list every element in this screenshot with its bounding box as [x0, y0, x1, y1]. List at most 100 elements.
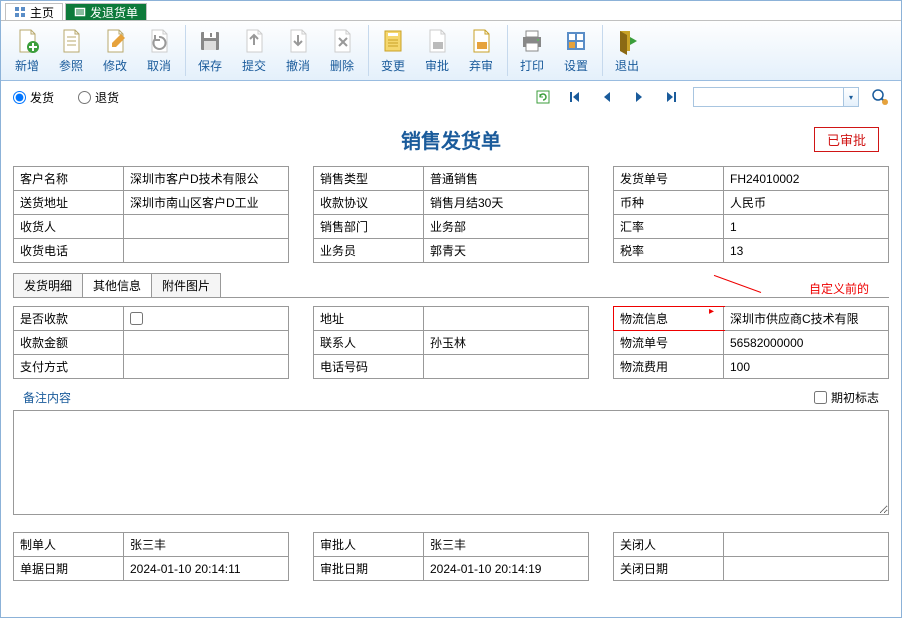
cancel-label: 取消	[147, 57, 171, 74]
recv-phone-val[interactable]	[124, 239, 289, 262]
receiver-val[interactable]	[124, 215, 289, 238]
submit-label: 提交	[242, 57, 266, 74]
new-button[interactable]: 新增	[5, 25, 49, 76]
cancel-icon	[145, 27, 173, 55]
pay-term-val[interactable]: 销售月结30天	[424, 191, 589, 214]
contact-block: 地址 联系人孙玉林 电话号码	[313, 306, 589, 379]
approver-block: 审批人张三丰 审批日期2024-01-10 20:14:19	[313, 532, 589, 581]
rate-val[interactable]: 1	[724, 215, 889, 238]
currency-label: 币种	[614, 191, 724, 214]
revoke-button[interactable]: 撤消	[276, 25, 320, 76]
settings-button[interactable]: 设置	[554, 25, 598, 76]
order-no-val[interactable]: FH24010002	[724, 167, 889, 190]
contact-val[interactable]: 孙玉林	[424, 331, 589, 354]
approve-button[interactable]: 审批	[415, 25, 459, 76]
approver-label: 审批人	[314, 533, 424, 556]
rate-label: 汇率	[614, 215, 724, 238]
pay-amt-val[interactable]	[124, 331, 289, 354]
approve-date-val: 2024-01-10 20:14:19	[424, 557, 589, 580]
edit-button[interactable]: 修改	[93, 25, 137, 76]
tax-val[interactable]: 13	[724, 239, 889, 262]
exit-label: 退出	[615, 57, 639, 74]
radio-return-input[interactable]	[78, 91, 91, 104]
radio-return-label: 退货	[95, 89, 119, 106]
nav-last-icon[interactable]	[661, 87, 681, 107]
radio-ship-input[interactable]	[13, 91, 26, 104]
order-block: 发货单号FH24010002 币种人民币 汇率1 税率13	[613, 166, 889, 263]
payment-block: 是否收款 收款金额 支付方式	[13, 306, 289, 379]
reject-icon	[467, 27, 495, 55]
customer-name-label: 客户名称	[14, 167, 124, 190]
addr-val[interactable]	[424, 307, 589, 330]
edit-icon	[101, 27, 129, 55]
search-dropdown[interactable]: ▾	[843, 87, 859, 107]
customer-block: 客户名称深圳市客户D技术有限公 送货地址深圳市南山区客户D工业 收货人 收货电话	[13, 166, 289, 263]
approved-stamp: 已审批	[814, 127, 879, 152]
dept-val[interactable]: 业务部	[424, 215, 589, 238]
pay-method-val[interactable]	[124, 355, 289, 378]
sale-block: 销售类型普通销售 收款协议销售月结30天 销售部门业务部 业务员郭青天	[313, 166, 589, 263]
approve-date-label: 审批日期	[314, 557, 424, 580]
change-label: 变更	[381, 57, 405, 74]
submit-icon	[240, 27, 268, 55]
sales-label: 业务员	[314, 239, 424, 262]
pay-term-label: 收款协议	[314, 191, 424, 214]
tab-home-label: 主页	[30, 4, 54, 21]
is-paid-val[interactable]	[124, 307, 289, 330]
toolbar: 新增 参照 修改 取消 保存 提交 撤消 删除 变更 审批 弃审 打印	[1, 21, 901, 81]
ref-button[interactable]: 参照	[49, 25, 93, 76]
delete-icon	[328, 27, 356, 55]
delete-button[interactable]: 删除	[320, 25, 364, 76]
initial-flag[interactable]: 期初标志	[814, 389, 879, 406]
print-button[interactable]: 打印	[507, 25, 554, 76]
ref-label: 参照	[59, 57, 83, 74]
radio-return[interactable]: 退货	[78, 89, 119, 106]
ship-addr-val[interactable]: 深圳市南山区客户D工业	[124, 191, 289, 214]
initial-flag-checkbox[interactable]	[814, 391, 827, 404]
search-input[interactable]	[693, 87, 843, 107]
pay-amt-label: 收款金额	[14, 331, 124, 354]
recv-phone-label: 收货电话	[14, 239, 124, 262]
inner-tabs: 发货明细 其他信息 附件图片	[13, 273, 889, 297]
sale-type-val[interactable]: 普通销售	[424, 167, 589, 190]
exit-button[interactable]: 退出	[602, 25, 649, 76]
is-paid-checkbox[interactable]	[130, 312, 143, 325]
change-button[interactable]: 变更	[368, 25, 415, 76]
tab-attach[interactable]: 附件图片	[151, 273, 221, 297]
creator-label: 制单人	[14, 533, 124, 556]
refresh-icon[interactable]	[533, 87, 553, 107]
sales-val[interactable]: 郭青天	[424, 239, 589, 262]
change-icon	[379, 27, 407, 55]
tab-detail[interactable]: 发货明细	[13, 273, 83, 297]
tab-home[interactable]: 主页	[5, 3, 63, 20]
search-icon[interactable]	[871, 88, 889, 106]
logistics-info-val[interactable]: 深圳市供应商C技术有限	[724, 307, 889, 330]
nav-first-icon[interactable]	[565, 87, 585, 107]
cancel-button[interactable]: 取消	[137, 25, 181, 76]
doc-tab-icon	[74, 6, 86, 18]
phone-val[interactable]	[424, 355, 589, 378]
save-icon	[196, 27, 224, 55]
logistics-fee-val[interactable]: 100	[724, 355, 889, 378]
currency-val[interactable]: 人民币	[724, 191, 889, 214]
customer-name-val[interactable]: 深圳市客户D技术有限公	[124, 167, 289, 190]
tab-document[interactable]: 发退货单	[65, 3, 147, 20]
nav-next-icon[interactable]	[629, 87, 649, 107]
tracking-no-val[interactable]: 56582000000	[724, 331, 889, 354]
remarks-label: 备注内容	[23, 389, 71, 406]
remarks-textarea[interactable]	[13, 410, 889, 515]
reject-button[interactable]: 弃审	[459, 25, 503, 76]
closer-val	[724, 533, 889, 556]
nav-prev-icon[interactable]	[597, 87, 617, 107]
sale-type-label: 销售类型	[314, 167, 424, 190]
settings-label: 设置	[564, 57, 588, 74]
radio-ship-label: 发货	[30, 89, 54, 106]
is-paid-label: 是否收款	[14, 307, 124, 330]
save-button[interactable]: 保存	[185, 25, 232, 76]
tab-other[interactable]: 其他信息	[82, 273, 152, 297]
receiver-label: 收货人	[14, 215, 124, 238]
logistics-block: 物流信息深圳市供应商C技术有限 物流单号56582000000 物流费用100	[613, 306, 889, 379]
radio-ship[interactable]: 发货	[13, 89, 54, 106]
submit-button[interactable]: 提交	[232, 25, 276, 76]
save-label: 保存	[198, 57, 222, 74]
